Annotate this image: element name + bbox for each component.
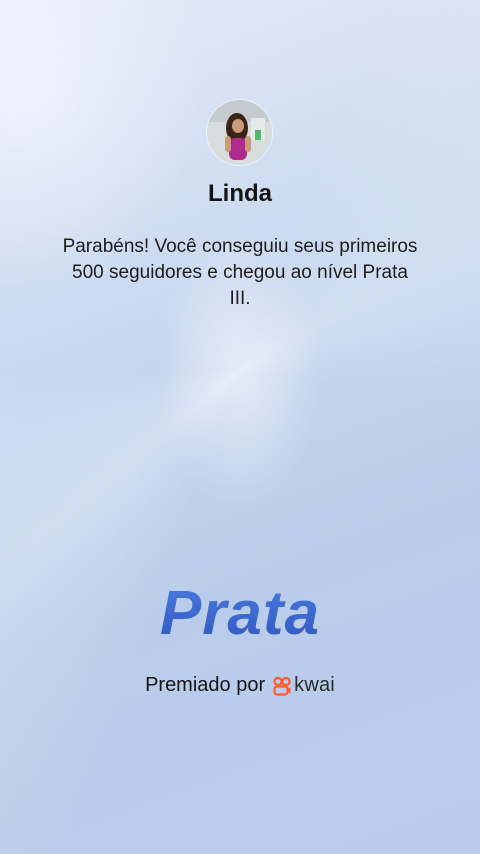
profile-name: Linda: [208, 180, 272, 207]
awarded-by: Premiado por kwai: [0, 674, 480, 697]
awarded-by-label: Premiado por: [145, 674, 266, 696]
congrats-message: Parabéns! Você conseguiu seus primeiros …: [62, 236, 418, 309]
kwai-logo: kwai: [272, 674, 335, 697]
avatar-photo: [207, 100, 272, 165]
avatar[interactable]: [207, 100, 272, 165]
kwai-logo-icon: [273, 676, 291, 696]
kwai-brand-text: kwai: [294, 674, 335, 696]
level-title: Prata: [0, 578, 480, 649]
